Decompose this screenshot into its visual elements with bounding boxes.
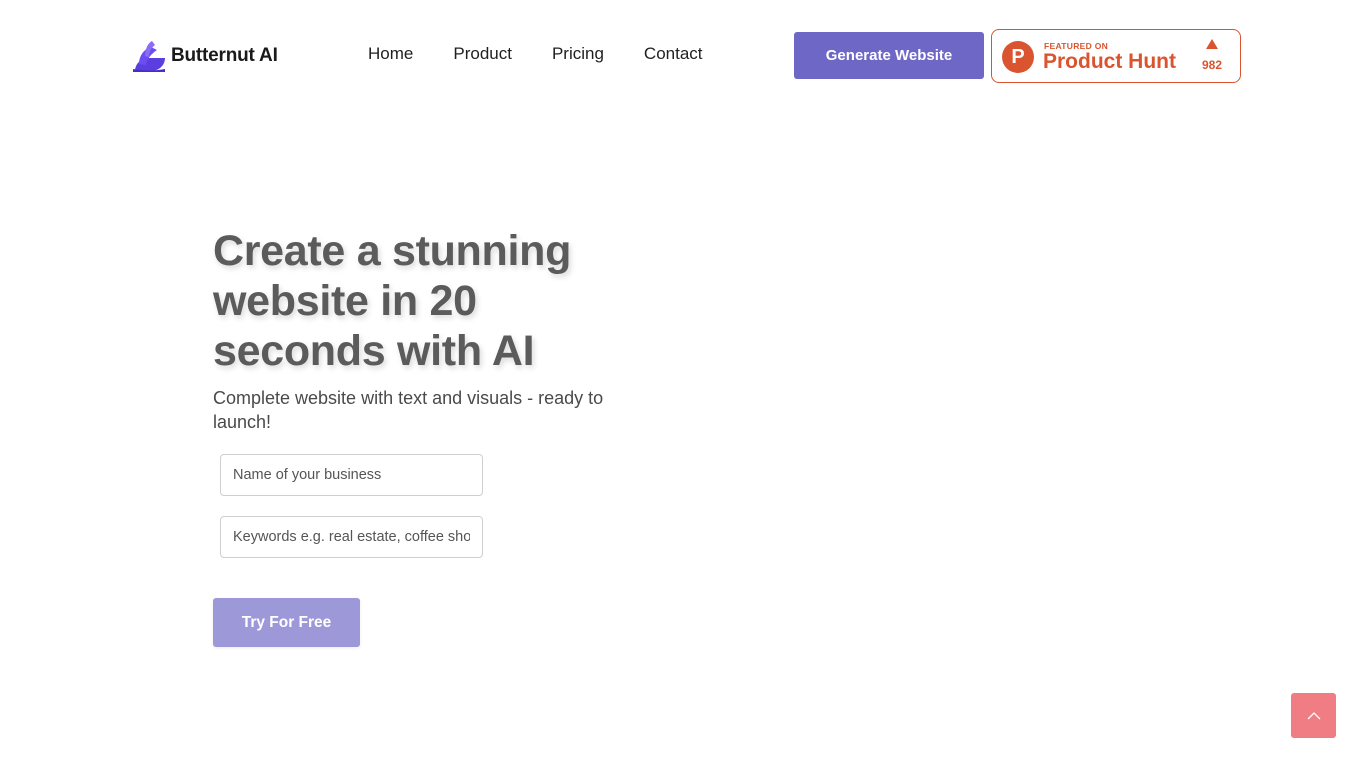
hero-subtitle: Complete website with text and visuals -… [213,388,604,432]
site-header: Butternut AI Home Product Pricing Contac… [0,0,1366,112]
main-nav: Home Product Pricing Contact [368,44,743,64]
nav-pricing[interactable]: Pricing [552,44,604,64]
butternut-logo-icon [133,41,165,72]
try-for-free-button[interactable]: Try For Free [213,598,360,647]
product-hunt-name: Product Hunt [1043,50,1176,73]
nav-contact[interactable]: Contact [644,44,703,64]
upvote-arrow-icon [1206,39,1218,49]
business-name-input[interactable] [220,454,483,496]
nav-home[interactable]: Home [368,44,413,64]
scroll-to-top-button[interactable] [1291,693,1336,738]
hero-title: Create a stunning website in 20 seconds … [213,227,572,375]
nav-product[interactable]: Product [453,44,512,64]
brand-name: Butternut AI [171,45,278,66]
product-hunt-badge[interactable]: P FEATURED ON Product Hunt 982 [991,29,1241,83]
keywords-input[interactable] [220,516,483,558]
generate-website-button[interactable]: Generate Website [794,32,984,79]
product-hunt-logo-icon: P [1002,41,1034,73]
brand-link[interactable]: Butternut AI [131,38,278,74]
upvote-count: 982 [1201,58,1223,72]
chevron-up-icon [1307,711,1320,719]
